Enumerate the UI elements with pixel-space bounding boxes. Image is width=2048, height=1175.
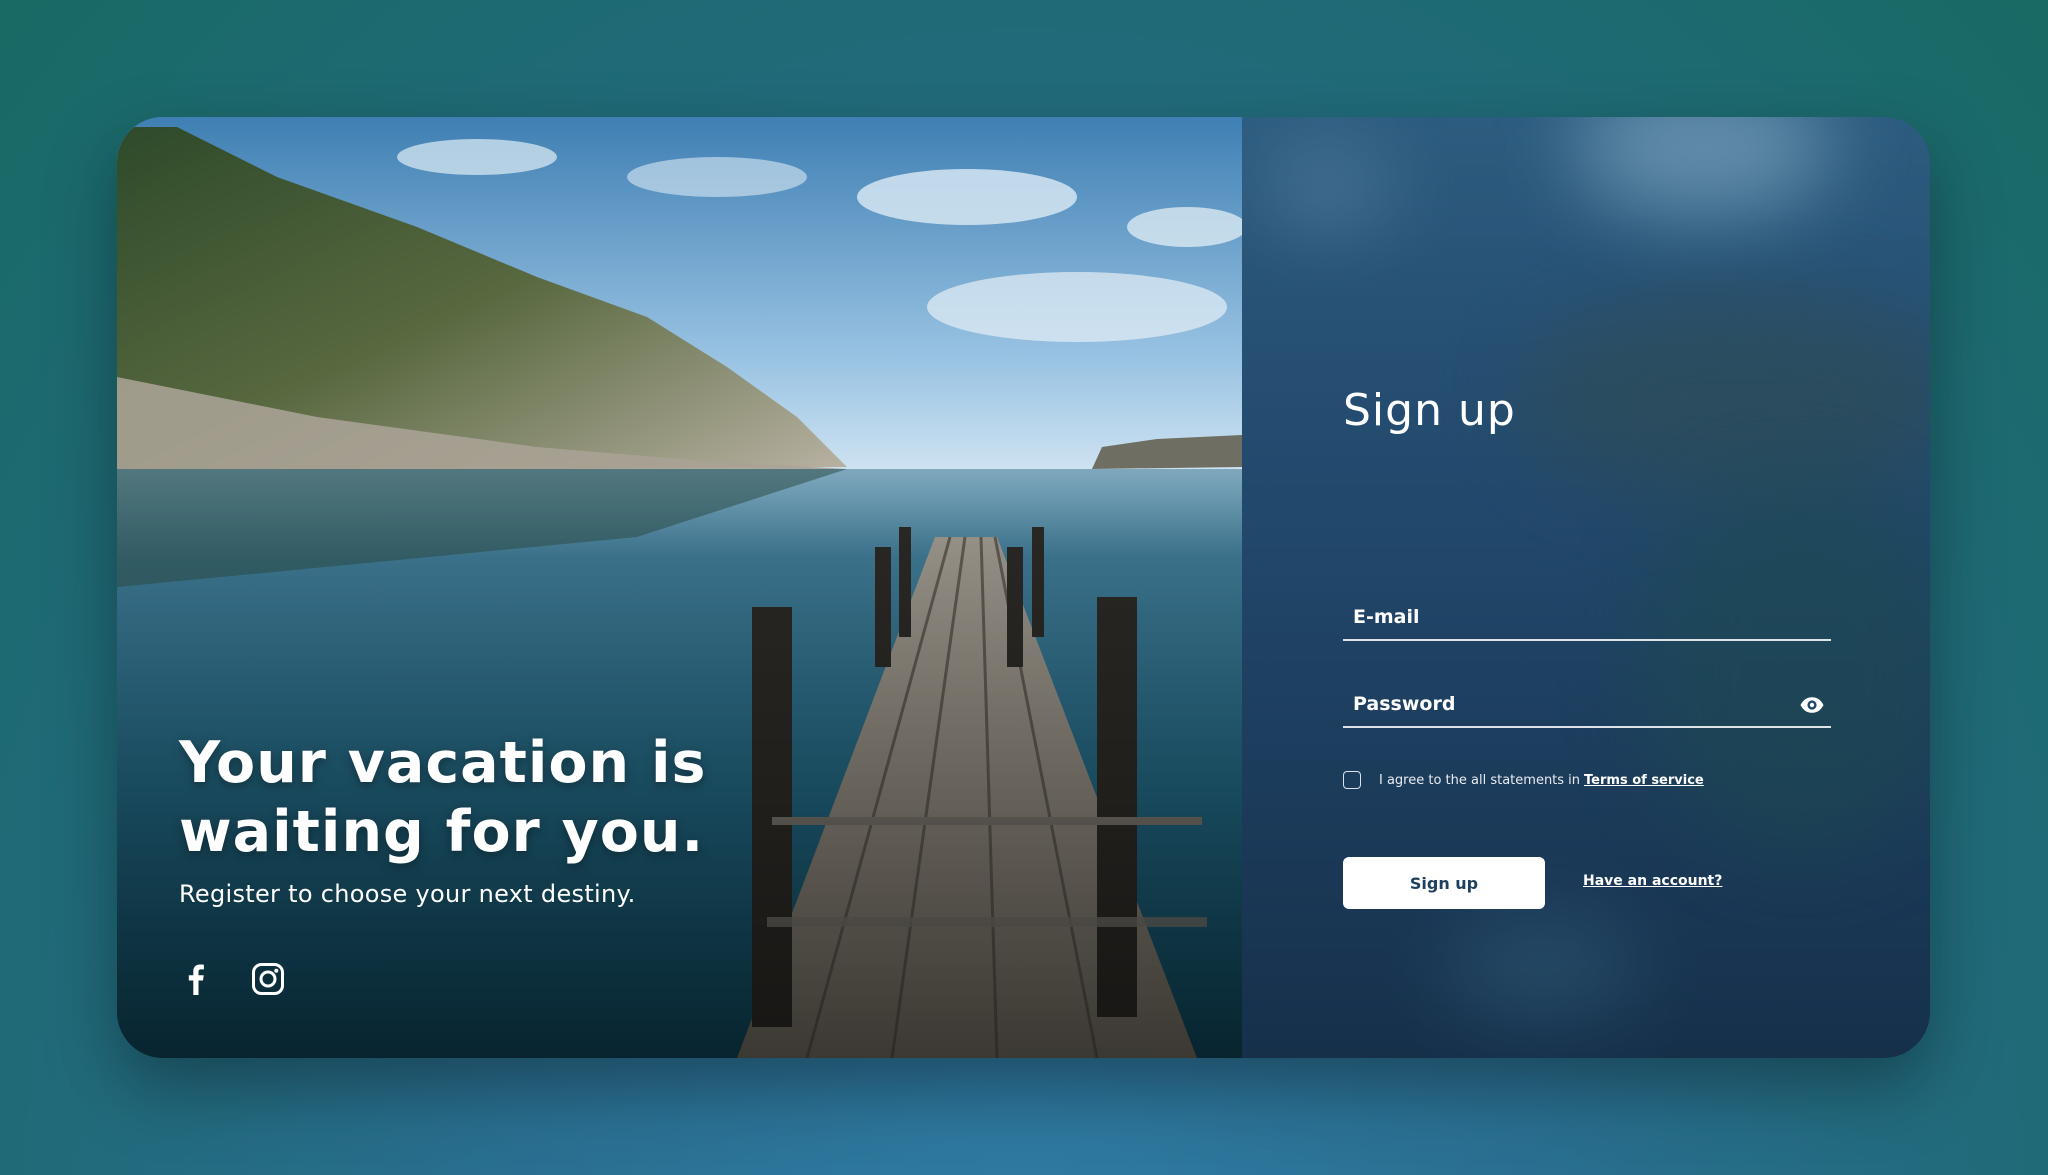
signup-form-panel: Sign up I agree to the all statements in… xyxy=(1242,117,1930,1058)
signup-title: Sign up xyxy=(1343,385,1516,436)
have-account-link[interactable]: Have an account? xyxy=(1583,873,1722,889)
hero-image-panel: Your vacation is waiting for you. Regist… xyxy=(117,117,1242,1058)
blurred-shore xyxy=(1642,477,1930,857)
eye-icon[interactable] xyxy=(1799,692,1825,718)
blurred-hill xyxy=(1522,297,1930,497)
sign-up-button[interactable]: Sign up xyxy=(1343,857,1545,909)
terms-row: I agree to the all statements in Terms o… xyxy=(1343,771,1704,789)
social-links xyxy=(179,962,285,996)
blurred-cloud xyxy=(1262,147,1392,227)
email-field xyxy=(1343,593,1831,641)
password-field xyxy=(1343,680,1831,728)
hero-subtitle: Register to choose your next destiny. xyxy=(179,880,636,908)
terms-checkbox[interactable] xyxy=(1343,771,1361,789)
facebook-icon[interactable] xyxy=(179,962,213,996)
instagram-icon[interactable] xyxy=(251,962,285,996)
terms-text: I agree to the all statements in xyxy=(1379,772,1581,788)
password-input[interactable] xyxy=(1351,688,1775,720)
hero-title-line-1: Your vacation is xyxy=(179,730,707,796)
hero-shade-overlay xyxy=(117,117,1242,1058)
blurred-cloud xyxy=(1572,117,1832,217)
signup-card: Your vacation is waiting for you. Regist… xyxy=(117,117,1930,1058)
hero-title-line-2: waiting for you. xyxy=(179,799,705,865)
email-input[interactable] xyxy=(1351,601,1775,633)
blurred-water xyxy=(1442,917,1642,1017)
terms-of-service-link[interactable]: Terms of service xyxy=(1584,773,1704,788)
hero-title: Your vacation is waiting for you. xyxy=(179,729,819,867)
